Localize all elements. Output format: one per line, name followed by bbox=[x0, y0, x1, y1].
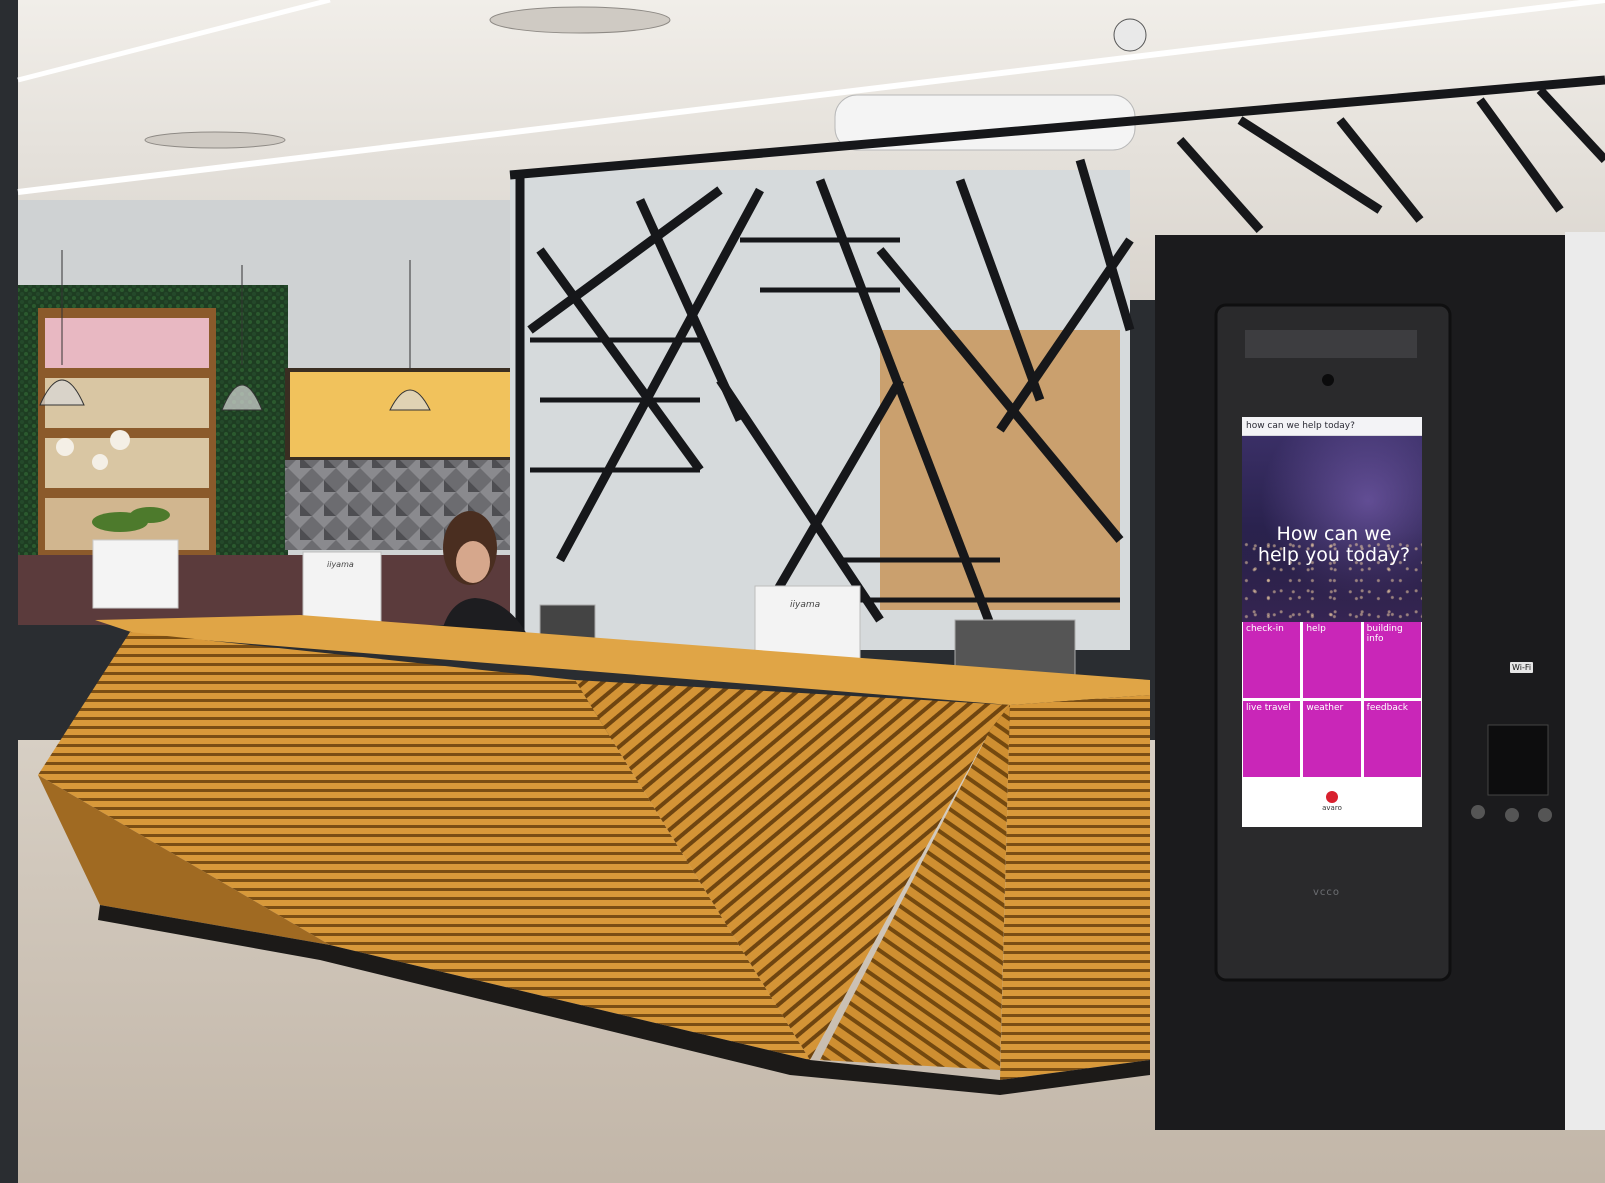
kiosk-footer: avaro bbox=[1242, 777, 1422, 825]
warm-interior bbox=[880, 330, 1120, 610]
kiosk-button bbox=[1471, 805, 1485, 819]
desk-front-right bbox=[1000, 695, 1150, 1080]
security-camera bbox=[1113, 18, 1147, 52]
logo-icon bbox=[1326, 790, 1338, 803]
kiosk-brand-label: vcco bbox=[1313, 887, 1341, 898]
ceiling-vent bbox=[489, 6, 671, 34]
wifi-sticker: Wi-Fi bbox=[1510, 662, 1534, 673]
tile-check-in[interactable]: check-in bbox=[1243, 622, 1301, 698]
kiosk-logo-text: avaro bbox=[1322, 803, 1342, 812]
left-border bbox=[0, 0, 18, 1183]
cafe-shelf-lit bbox=[290, 372, 510, 457]
planter bbox=[92, 539, 179, 609]
kiosk-speaker bbox=[1245, 330, 1417, 358]
kiosk-hero: How can we help you today? bbox=[1242, 436, 1422, 622]
monitor-brand-label: iiyama bbox=[327, 560, 354, 569]
kiosk-button bbox=[1538, 808, 1552, 822]
kiosk-hero-line2: help you today? bbox=[1257, 544, 1411, 566]
kiosk-camera bbox=[1322, 374, 1334, 386]
kiosk-topbar: how can we help today? bbox=[1242, 417, 1422, 436]
kiosk-hero-line1: How can we bbox=[1276, 523, 1392, 545]
kiosk-hero-text: How can we help you today? bbox=[1252, 524, 1416, 566]
tile-building-info[interactable]: building info bbox=[1363, 622, 1421, 698]
kiosk-button bbox=[1505, 808, 1519, 822]
kiosk-tiles: check-in help building info live travel … bbox=[1242, 622, 1422, 777]
tile-feedback[interactable]: feedback bbox=[1363, 701, 1421, 777]
kiosk-card-slot bbox=[1487, 724, 1549, 796]
kiosk-screen: how can we help today? How can we help y… bbox=[1242, 417, 1422, 827]
kiosk-side-panel bbox=[1565, 232, 1605, 1130]
ceiling-vent bbox=[144, 131, 286, 149]
monitor-brand-label: iiyama bbox=[790, 600, 821, 610]
tile-weather[interactable]: weather bbox=[1303, 701, 1361, 777]
tile-help[interactable]: help bbox=[1303, 622, 1361, 698]
tile-live-travel[interactable]: live travel bbox=[1243, 701, 1301, 777]
